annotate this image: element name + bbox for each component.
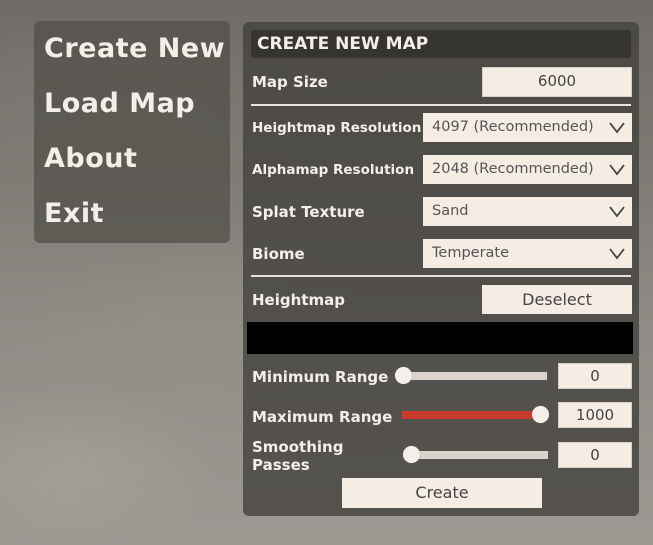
create-button[interactable]: Create [342,478,542,508]
slider-fill [402,411,540,419]
deselect-button[interactable]: Deselect [482,285,632,314]
dropdown-value: 4097 (Recommended) [432,119,594,135]
separator [251,275,631,277]
alphamap-resolution-label: Alphamap Resolution [252,162,415,178]
splat-texture-label: Splat Texture [252,203,365,221]
map-size-label: Map Size [252,73,328,91]
dropdown-value: 2048 (Recommended) [432,161,594,177]
minimum-range-label: Minimum Range [252,368,389,386]
smoothing-passes-label-line2: Passes [252,456,310,474]
chevron-down-icon [609,206,625,218]
separator [251,104,631,106]
heightmap-resolution-dropdown[interactable]: 4097 (Recommended) [423,113,632,142]
dropdown-value: Sand [432,203,469,219]
chevron-down-icon [609,122,625,134]
heightmap-label: Heightmap [252,291,345,309]
splat-texture-dropdown[interactable]: Sand [423,197,632,226]
menu-item-load-map[interactable]: Load Map [44,88,195,119]
heightmap-preview [247,322,633,354]
map-size-input[interactable]: 6000 [482,67,632,97]
main-menu: Create New Load Map About Exit [34,21,230,243]
minimum-range-slider[interactable] [395,367,547,384]
alphamap-resolution-dropdown[interactable]: 2048 (Recommended) [423,155,632,184]
maximum-range-label: Maximum Range [252,408,393,426]
maximum-range-slider[interactable] [402,406,549,423]
menu-item-exit[interactable]: Exit [44,198,104,229]
menu-item-about[interactable]: About [44,143,137,174]
maximum-range-input[interactable]: 1000 [558,402,632,428]
smoothing-passes-input[interactable]: 0 [558,442,632,468]
slider-handle[interactable] [532,406,549,423]
dropdown-value: Temperate [432,245,510,261]
create-map-panel: CREATE NEW MAP Map Size 6000 Heightmap R… [243,22,639,516]
menu-item-create-new[interactable]: Create New [44,33,225,64]
biome-dropdown[interactable]: Temperate [423,239,632,268]
slider-handle[interactable] [395,367,412,384]
smoothing-passes-slider[interactable] [403,446,548,463]
biome-label: Biome [252,245,305,263]
minimum-range-input[interactable]: 0 [558,363,632,389]
heightmap-resolution-label: Heightmap Resolution [252,120,422,136]
smoothing-passes-label-line1: Smoothing [252,438,344,456]
chevron-down-icon [609,248,625,260]
panel-title: CREATE NEW MAP [257,34,429,54]
smoothing-passes-label: Smoothing Passes [252,438,343,474]
chevron-down-icon [609,164,625,176]
slider-handle[interactable] [403,446,420,463]
panel-header: CREATE NEW MAP [251,30,631,58]
